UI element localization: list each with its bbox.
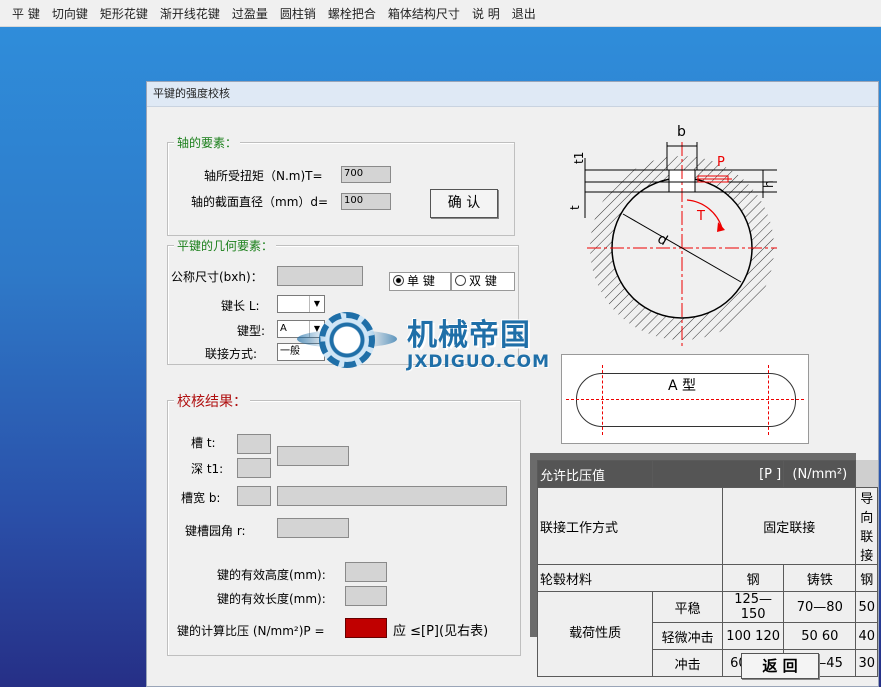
key-type-label: 键型: bbox=[237, 324, 266, 338]
dim-b: b bbox=[677, 124, 686, 140]
shaft-section-diagram: b t1 t h P T d bbox=[568, 124, 777, 348]
pressure-field bbox=[345, 618, 387, 638]
table-cell: 125—150 bbox=[722, 591, 785, 623]
table-header: 允许比压值 bbox=[536, 460, 654, 488]
table-cell: 100 120 bbox=[722, 622, 785, 650]
eff-length-field bbox=[345, 586, 387, 606]
menu-box-structure[interactable]: 箱体结构尺寸 bbox=[388, 5, 460, 22]
pressure-label: 键的计算比压 (N/mm²)P = bbox=[177, 624, 325, 638]
table-cell: 铸铁 bbox=[783, 564, 857, 592]
width-b-long-field bbox=[277, 486, 507, 506]
key-plan-view: A 型 bbox=[561, 354, 809, 444]
dim-h: h bbox=[762, 180, 776, 188]
depth-t1-field bbox=[237, 458, 271, 478]
force-p: P bbox=[717, 155, 725, 170]
table-cell: 30 bbox=[855, 649, 878, 677]
menu-exit[interactable]: 退出 bbox=[512, 5, 536, 22]
table-header: (N/mm²) bbox=[783, 460, 857, 488]
key-type-caption: A 型 bbox=[666, 375, 699, 395]
width-b-label: 槽宽 b: bbox=[181, 491, 221, 505]
result-caption: 校核结果： bbox=[174, 391, 250, 411]
table-cell: 载荷性质 bbox=[536, 591, 654, 677]
depth-t1-label: 深 t1: bbox=[191, 462, 224, 476]
table-header: [P ] bbox=[652, 460, 785, 488]
menu-cylindrical-pin[interactable]: 圆柱销 bbox=[280, 5, 316, 22]
table-cell: 70—80 bbox=[783, 591, 857, 623]
nominal-size-input[interactable] bbox=[277, 266, 363, 286]
table-cell: 40 bbox=[855, 622, 878, 650]
table-cell: 轻微冲击 bbox=[652, 622, 724, 650]
table-cell: 平稳 bbox=[652, 591, 724, 623]
table-cell: 轮毂材料 bbox=[536, 564, 724, 592]
diameter-input[interactable]: 100 bbox=[341, 193, 391, 210]
back-button[interactable]: 返 回 bbox=[741, 653, 819, 679]
menu-rect-spline[interactable]: 矩形花键 bbox=[100, 5, 148, 22]
table-row: 载荷性质 平稳 125—150 70—80 50 bbox=[536, 591, 878, 677]
groove-t-label: 槽 t: bbox=[191, 436, 216, 450]
eff-height-label: 键的有效高度(mm): bbox=[217, 568, 326, 582]
eff-length-label: 键的有效长度(mm): bbox=[217, 592, 326, 606]
double-key-radio[interactable]: 双 键 bbox=[451, 272, 515, 291]
torque-t: T bbox=[696, 209, 705, 224]
radio-unchecked-icon bbox=[455, 275, 466, 286]
dim-t: t bbox=[568, 205, 582, 210]
menu-involute-spline[interactable]: 渐开线花键 bbox=[160, 5, 220, 22]
width-b-field bbox=[237, 486, 271, 506]
menu-bar: 平 键 切向键 矩形花键 渐开线花键 过盈量 圆柱销 螺栓把合 箱体结构尺寸 说… bbox=[0, 0, 881, 27]
connect-mode-label: 联接方式: bbox=[205, 347, 258, 361]
menu-interference[interactable]: 过盈量 bbox=[232, 5, 268, 22]
table-cell: 钢 bbox=[722, 564, 785, 592]
eff-height-field bbox=[345, 562, 387, 582]
key-left-axis bbox=[602, 365, 603, 435]
groove-depth-field bbox=[277, 446, 349, 466]
radio-checked-icon bbox=[393, 275, 404, 286]
key-type-value: A bbox=[280, 323, 287, 334]
nominal-size-label: 公称尺寸(bxh)： bbox=[171, 270, 263, 284]
table-cell: 联接工作方式 bbox=[536, 487, 724, 565]
radius-r-field bbox=[277, 518, 349, 538]
single-key-radio[interactable]: 单 键 bbox=[389, 272, 451, 291]
key-length-label: 键长 L: bbox=[221, 299, 260, 313]
radius-r-label: 键槽园角 r: bbox=[185, 524, 246, 538]
table-cell: 导向联接 bbox=[855, 487, 878, 565]
diameter-label: 轴的截面直径（mm）d= bbox=[191, 195, 329, 209]
table-cell: 钢 bbox=[855, 564, 878, 592]
menu-bolt[interactable]: 螺栓把合 bbox=[328, 5, 376, 22]
key-check-window: 平键的强度校核 轴的要素： 轴所受扭矩（N.m)T= 700 轴的截面直径（mm… bbox=[146, 81, 879, 687]
menu-tangential-key[interactable]: 切向键 bbox=[52, 5, 88, 22]
pressure-suffix: 应 ≤[P](见右表) bbox=[393, 624, 489, 639]
menu-flat-key[interactable]: 平 键 bbox=[12, 5, 40, 22]
single-key-label: 单 键 bbox=[407, 274, 435, 288]
key-right-axis bbox=[768, 365, 769, 435]
table-cell: 固定联接 bbox=[722, 487, 857, 565]
table-cell: 冲击 bbox=[652, 649, 724, 677]
wings-icon bbox=[297, 330, 397, 348]
table-cell: 50 60 bbox=[783, 622, 857, 650]
dim-t1: t1 bbox=[572, 152, 586, 164]
key-caption: 平键的几何要素： bbox=[174, 237, 277, 254]
shaft-caption: 轴的要素： bbox=[174, 134, 241, 151]
menu-help[interactable]: 说 明 bbox=[472, 5, 500, 22]
confirm-button[interactable]: 确 认 bbox=[430, 189, 498, 218]
groove-t-field bbox=[237, 434, 271, 454]
pressure-table: 允许比压值 [P ] (N/mm²) 联接工作方式 固定联接 导向联接 轮毂材料… bbox=[536, 460, 878, 677]
watermark-brand: 机械帝国 bbox=[407, 318, 531, 353]
watermark-logo: 机械帝国 JXDIGUO.COM bbox=[297, 310, 587, 380]
double-key-label: 双 键 bbox=[469, 274, 497, 288]
torque-input[interactable]: 700 bbox=[341, 166, 391, 183]
window-title: 平键的强度校核 bbox=[147, 82, 878, 107]
torque-label: 轴所受扭矩（N.m)T= bbox=[204, 169, 323, 183]
table-cell: 50 bbox=[855, 591, 878, 623]
watermark-domain: JXDIGUO.COM bbox=[407, 352, 551, 372]
